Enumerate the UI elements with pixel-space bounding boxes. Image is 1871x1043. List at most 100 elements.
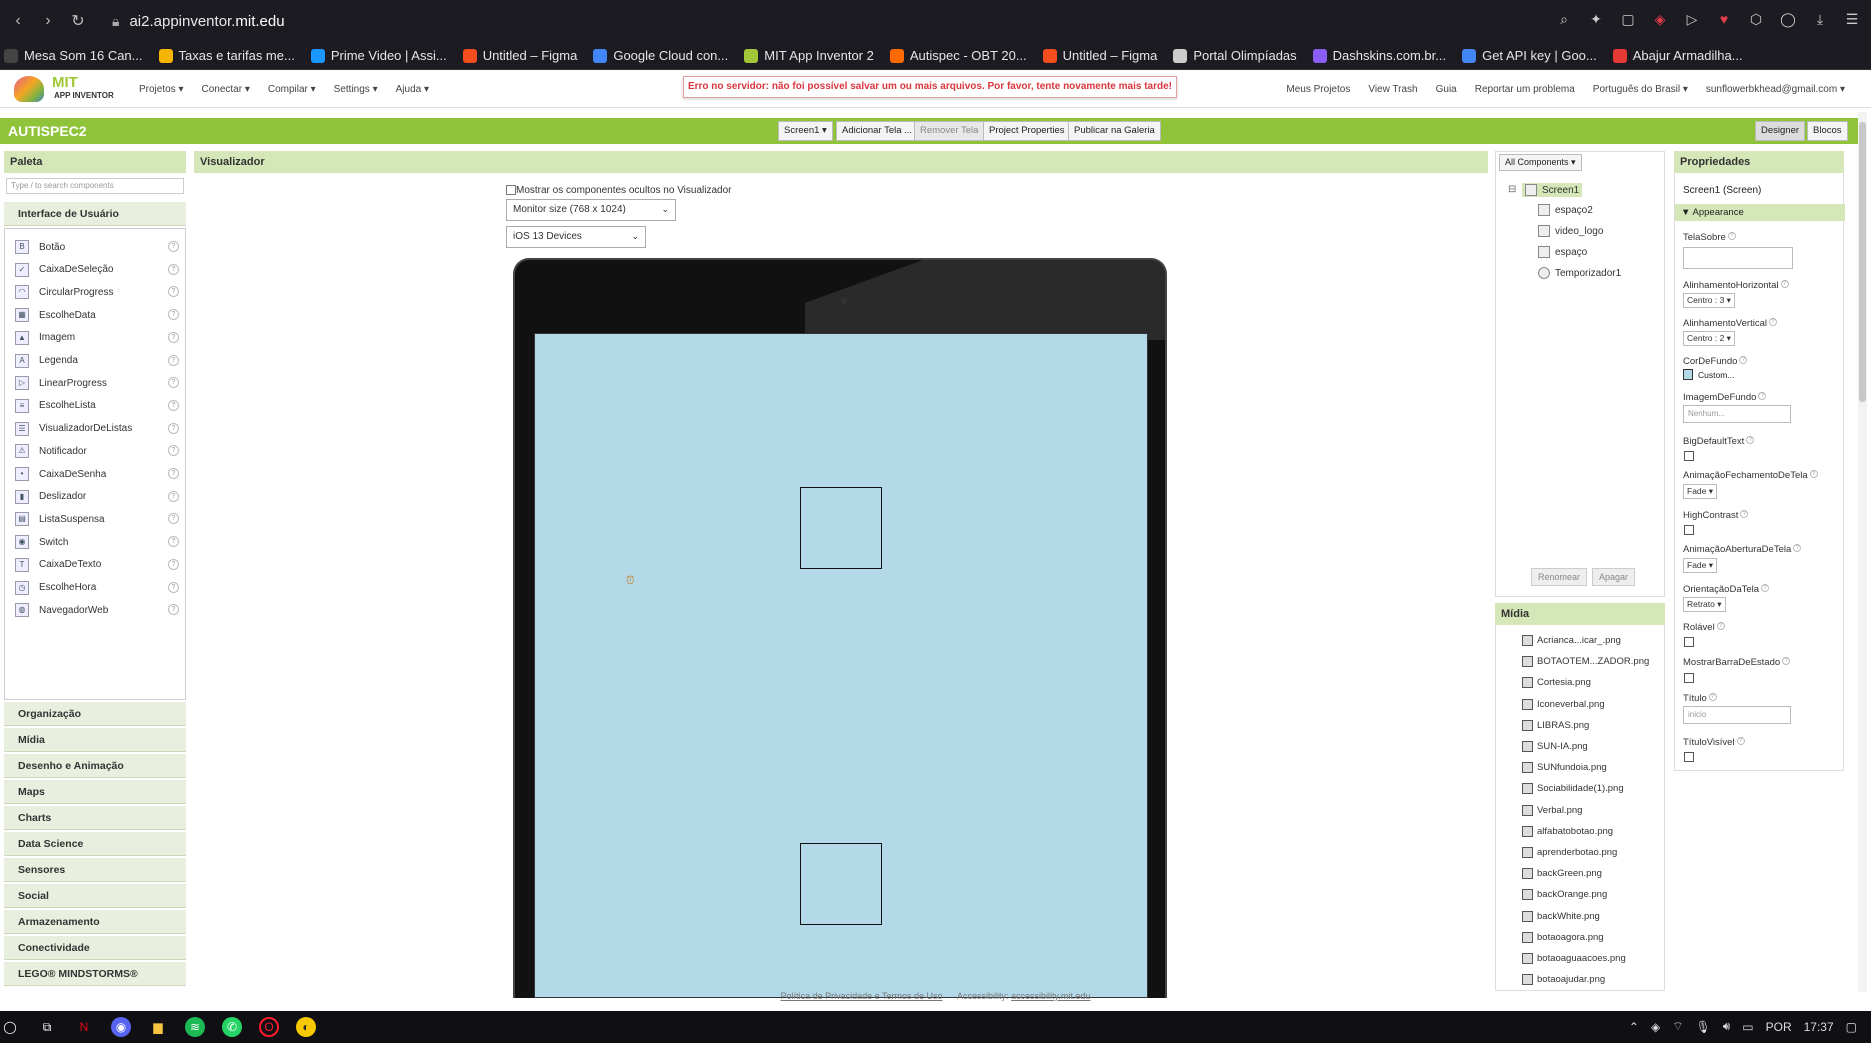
palette-component[interactable]: ▲ Imagem? xyxy=(15,328,179,348)
media-file[interactable]: alfabatobotao.png xyxy=(1522,825,1613,837)
palette-component[interactable]: ▦ EscolheData? xyxy=(15,305,179,325)
address-bar[interactable]: 🔒︎ ai2.appinventor.mit.edu xyxy=(112,13,285,30)
top-menu-item[interactable]: Ajuda ▾ xyxy=(396,84,429,95)
palette-category[interactable]: Mídia xyxy=(4,728,186,752)
top-menu-item[interactable]: Projetos ▾ xyxy=(139,84,183,95)
tree-item-screen1[interactable]: Screen1 xyxy=(1522,183,1583,197)
palette-category[interactable]: Organização xyxy=(4,702,186,726)
help-icon[interactable]: ? xyxy=(168,263,179,275)
privacy-link[interactable]: Política de Privacidade e Termos de Uso xyxy=(781,991,943,1001)
app-inventor-logo[interactable]: MIT APP INVENTOR xyxy=(14,74,124,104)
battery-icon[interactable]: ▭ xyxy=(1742,1020,1753,1034)
palette-search-input[interactable]: Type / to search components xyxy=(6,178,184,194)
microphone-icon[interactable]: 🎙︎ xyxy=(1695,1020,1710,1034)
wifi-icon[interactable]: ⌔ xyxy=(1672,1019,1683,1034)
folder-icon[interactable]: ▆ xyxy=(148,1017,168,1037)
help-icon[interactable]: ? xyxy=(168,331,179,343)
right-menu-item[interactable]: sunflowerbkhead@gmail.com ▾ xyxy=(1706,84,1845,95)
help-icon[interactable]: ? xyxy=(1746,436,1755,444)
reload-icon[interactable]: ↻ xyxy=(66,9,90,33)
media-file[interactable]: botaoajudar.png xyxy=(1522,974,1605,986)
help-icon[interactable]: ? xyxy=(1793,544,1802,552)
rename-button[interactable]: Renomear xyxy=(1531,568,1588,586)
remove-screen-button[interactable]: Remover Tela xyxy=(914,121,985,141)
task-view-icon[interactable]: ⧉ xyxy=(37,1017,57,1037)
app-screen-preview[interactable]: ⏰︎ xyxy=(534,333,1148,998)
help-icon[interactable]: ? xyxy=(168,399,179,411)
media-file[interactable]: SUNfundoia.png xyxy=(1522,762,1607,774)
menu-icon[interactable]: ☰ xyxy=(1843,10,1861,28)
bookmark-item[interactable]: Taxas e tarifas me... xyxy=(158,48,295,63)
accessibility-link[interactable]: accessibility.mit.edu xyxy=(1011,991,1090,1001)
app-icon[interactable]: ◐ xyxy=(296,1017,316,1037)
titulo-input[interactable]: inicio xyxy=(1683,706,1791,724)
extensions-icon[interactable]: ⬡ xyxy=(1747,10,1765,28)
media-file[interactable]: backOrange.png xyxy=(1522,889,1607,901)
bookmark-item[interactable]: Google Cloud con... xyxy=(593,48,728,63)
help-icon[interactable]: ? xyxy=(1736,737,1745,745)
palette-category[interactable]: Social xyxy=(4,884,186,908)
media-file[interactable]: Acrianca...icar_.png xyxy=(1522,635,1621,646)
help-icon[interactable]: ? xyxy=(1739,356,1748,364)
palette-component[interactable]: T CaixaDeTexto? xyxy=(15,555,179,575)
media-file[interactable]: botaoaguaacoes.png xyxy=(1522,953,1626,964)
top-menu-item[interactable]: Settings ▾ xyxy=(334,84,378,95)
pin-icon[interactable]: ✦ xyxy=(1587,10,1605,28)
scrollbar-thumb[interactable] xyxy=(1859,122,1866,402)
screen-select-button[interactable]: Screen1 ▾ xyxy=(778,121,833,141)
bookmark-item[interactable]: MIT App Inventor 2 xyxy=(744,48,874,63)
designer-button[interactable]: Designer xyxy=(1755,121,1806,141)
zoom-icon[interactable]: ⌕ xyxy=(1555,10,1573,28)
bookmark-item[interactable]: Autispec - OBT 20... xyxy=(889,48,1027,63)
media-file[interactable]: SUN-IA.png xyxy=(1522,741,1588,752)
discord-icon[interactable]: ◉ xyxy=(111,1017,131,1037)
appearance-section[interactable]: ▼ Appearance xyxy=(1675,204,1845,221)
back-icon[interactable]: ‹ xyxy=(6,9,30,33)
orient-select[interactable]: Retrato ▾ xyxy=(1683,597,1726,612)
tree-item-espaco2[interactable]: espaço2 xyxy=(1538,204,1593,216)
help-icon[interactable]: ? xyxy=(168,309,179,321)
volume-icon[interactable]: 🔊︎ xyxy=(1723,1019,1731,1034)
palette-category[interactable]: Desenho e Animação xyxy=(4,754,186,778)
language-indicator[interactable]: POR xyxy=(1766,1020,1792,1034)
media-file[interactable]: Sociabilidade(1).png xyxy=(1522,783,1624,795)
help-icon[interactable]: ? xyxy=(168,604,179,616)
right-menu-item[interactable]: Reportar um problema xyxy=(1475,84,1575,95)
help-icon[interactable]: ? xyxy=(1758,392,1767,400)
tree-item-video-logo[interactable]: video_logo xyxy=(1538,225,1603,237)
right-menu-item[interactable]: Português do Brasil ▾ xyxy=(1593,84,1688,95)
anim-fech-select[interactable]: Fade ▾ xyxy=(1683,484,1718,499)
screenshot-icon[interactable]: ▢ xyxy=(1619,10,1637,28)
netflix-icon[interactable]: N xyxy=(74,1017,94,1037)
media-file[interactable]: LIBRAS.png xyxy=(1522,719,1589,731)
project-properties-button[interactable]: Project Properties xyxy=(983,121,1071,141)
whatsapp-icon[interactable]: ✆ xyxy=(222,1017,242,1037)
vpn-shield-icon[interactable]: ◈ xyxy=(1651,10,1669,28)
palette-component[interactable]: ▤ ListaSuspensa? xyxy=(15,509,179,529)
rolavel-checkbox[interactable] xyxy=(1684,637,1694,647)
components-filter-select[interactable]: All Components ▾ xyxy=(1499,154,1582,171)
palette-component[interactable]: A Legenda? xyxy=(15,351,179,371)
media-file[interactable]: BOTAOTEM...ZADOR.png xyxy=(1522,656,1649,668)
palette-component[interactable]: • CaixaDeSenha? xyxy=(15,464,179,484)
help-icon[interactable]: ? xyxy=(168,490,179,502)
help-icon[interactable]: ? xyxy=(168,581,179,593)
palette-category[interactable]: Conectividade xyxy=(4,936,186,960)
palette-category[interactable]: Data Science xyxy=(4,832,186,856)
bookmark-item[interactable]: Untitled – Figma xyxy=(462,48,577,63)
barra-checkbox[interactable] xyxy=(1684,673,1694,683)
help-icon[interactable]: ? xyxy=(1780,280,1789,288)
palette-component[interactable]: ☰ VisualizadorDeListas? xyxy=(15,419,179,439)
media-file[interactable]: aprenderbotao.png xyxy=(1522,847,1617,858)
anim-abert-select[interactable]: Fade ▾ xyxy=(1683,558,1718,573)
palette-component[interactable]: ◠ CircularProgress? xyxy=(15,282,179,302)
page-scrollbar[interactable] xyxy=(1858,112,1867,992)
tree-item-temporizador1[interactable]: Temporizador1 xyxy=(1538,267,1621,279)
help-icon[interactable]: ? xyxy=(168,536,179,548)
help-icon[interactable]: ? xyxy=(168,286,179,298)
network-icon[interactable]: ◈ xyxy=(1651,1020,1660,1034)
play-icon[interactable]: ▷ xyxy=(1683,10,1701,28)
clock-time[interactable]: 17:37 xyxy=(1804,1020,1834,1034)
help-icon[interactable]: ? xyxy=(168,422,179,434)
help-icon[interactable]: ? xyxy=(1727,232,1736,240)
